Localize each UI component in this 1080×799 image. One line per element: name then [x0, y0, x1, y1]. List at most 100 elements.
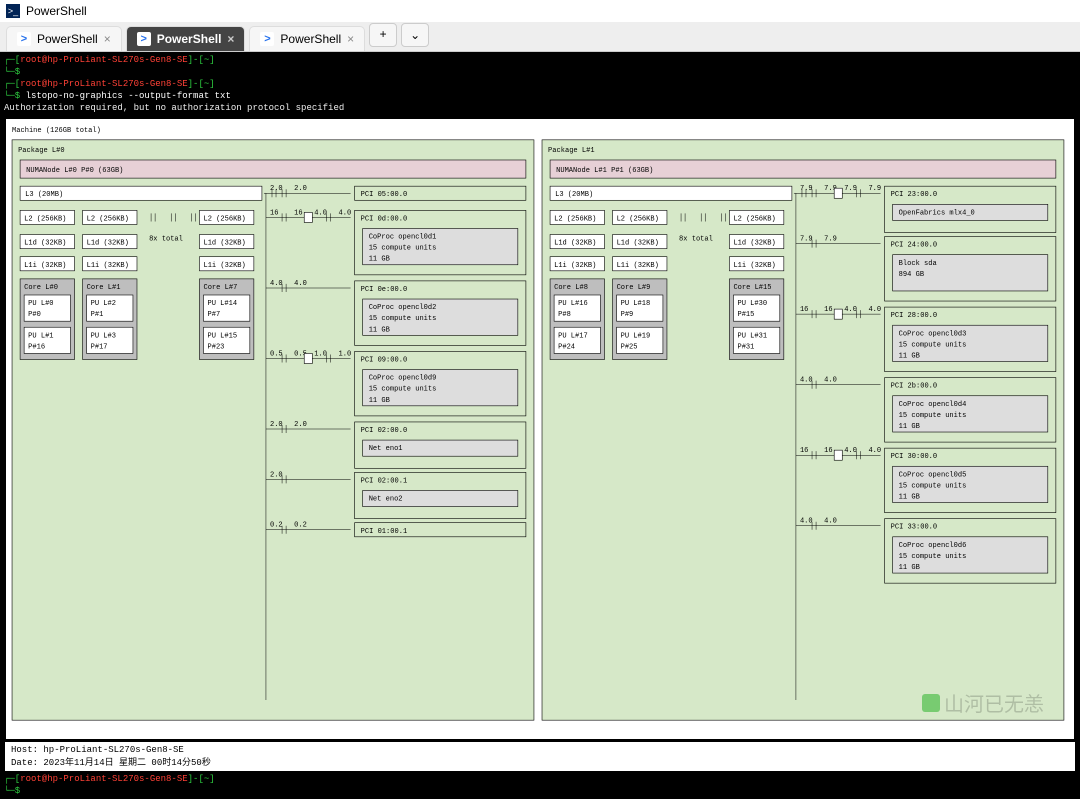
svg-text:15 compute units: 15 compute units: [369, 386, 437, 394]
svg-text:CoProc opencl0d9: CoProc opencl0d9: [369, 375, 437, 383]
close-icon[interactable]: ×: [347, 32, 354, 46]
svg-text:4.0: 4.0: [294, 280, 307, 288]
svg-text:7.9: 7.9: [868, 185, 881, 193]
svg-text:16: 16: [270, 209, 278, 217]
tab-label: PowerShell: [157, 32, 222, 46]
svg-text:2.0: 2.0: [294, 421, 307, 429]
svg-text:16: 16: [800, 447, 808, 455]
window-title: PowerShell: [26, 4, 87, 18]
svg-text:Block sda: Block sda: [899, 260, 937, 268]
svg-text:PCI 24:00.0: PCI 24:00.0: [891, 242, 938, 250]
svg-text:PCI 09:00.0: PCI 09:00.0: [361, 356, 408, 364]
svg-text:L1i (32KB): L1i (32KB): [733, 262, 775, 270]
svg-text:L3 (20MB): L3 (20MB): [25, 191, 63, 199]
svg-text:4.0: 4.0: [338, 209, 351, 217]
svg-text:4.0: 4.0: [868, 447, 881, 455]
svg-text:CoProc opencl0d1: CoProc opencl0d1: [369, 234, 437, 242]
svg-text:15 compute units: 15 compute units: [369, 245, 437, 253]
svg-text:P#17: P#17: [91, 343, 108, 351]
machine-label: Machine (126GB total): [12, 127, 101, 135]
svg-text:P#31: P#31: [737, 343, 754, 351]
svg-text:0.5: 0.5: [270, 350, 283, 358]
svg-text:4.0: 4.0: [844, 306, 857, 314]
svg-text:15 compute units: 15 compute units: [899, 341, 967, 349]
svg-text:PCI 28:00.0: PCI 28:00.0: [891, 312, 938, 320]
svg-text:16: 16: [294, 209, 302, 217]
svg-text:CoProc opencl0d6: CoProc opencl0d6: [899, 542, 967, 550]
svg-text:PU L#0: PU L#0: [28, 300, 53, 308]
tab-label: PowerShell: [280, 32, 341, 46]
svg-text:P#0: P#0: [28, 311, 41, 319]
svg-text:894 GB: 894 GB: [899, 271, 924, 279]
svg-text:Core L#15: Core L#15: [733, 284, 771, 292]
new-tab-button[interactable]: +: [369, 23, 397, 47]
svg-text:OpenFabrics mlx4_0: OpenFabrics mlx4_0: [899, 209, 975, 217]
svg-text:L1d (32KB): L1d (32KB): [617, 240, 659, 248]
svg-text:P#7: P#7: [208, 311, 221, 319]
svg-text:P#1: P#1: [91, 311, 104, 319]
svg-text:CoProc opencl0d4: CoProc opencl0d4: [899, 401, 967, 409]
window-titlebar: >_ PowerShell: [0, 0, 1080, 22]
svg-text:7.9: 7.9: [824, 236, 837, 244]
svg-text:8x total: 8x total: [679, 236, 713, 244]
svg-text:2.0: 2.0: [294, 185, 307, 193]
svg-text:15 compute units: 15 compute units: [899, 482, 967, 490]
svg-text:PCI 33:00.0: PCI 33:00.0: [891, 524, 938, 532]
svg-text:0.2: 0.2: [294, 522, 307, 530]
tab-powershell-3[interactable]: > PowerShell ×: [249, 26, 365, 51]
svg-text:2.0: 2.0: [270, 185, 283, 193]
powershell-icon: >: [17, 32, 31, 46]
terminal-output[interactable]: ┌─[root@hp-ProLiant-SL270s-Gen8-SE]-[~] …: [0, 52, 1080, 116]
svg-text:PCI 30:00.0: PCI 30:00.0: [891, 453, 938, 461]
svg-text:4.0: 4.0: [868, 306, 881, 314]
svg-text:PU L#19: PU L#19: [621, 332, 651, 340]
svg-text:2.0: 2.0: [270, 471, 283, 479]
svg-text:L2 (256KB): L2 (256KB): [24, 215, 66, 223]
svg-text:PCI 02:00.1: PCI 02:00.1: [361, 477, 408, 485]
svg-text:L1i (32KB): L1i (32KB): [24, 262, 66, 270]
svg-text:1.0: 1.0: [338, 350, 351, 358]
svg-text:L2 (256KB): L2 (256KB): [733, 215, 775, 223]
tab-dropdown-button[interactable]: ⌄: [401, 23, 429, 47]
svg-text:PCI 2b:00.0: PCI 2b:00.0: [891, 383, 938, 391]
svg-text:L2 (256KB): L2 (256KB): [203, 215, 245, 223]
svg-text:CoProc opencl0d2: CoProc opencl0d2: [369, 304, 437, 312]
close-icon[interactable]: ×: [227, 32, 234, 46]
svg-text:P#15: P#15: [737, 311, 754, 319]
svg-text:4.0: 4.0: [844, 447, 857, 455]
svg-text:PU L#31: PU L#31: [737, 332, 767, 340]
svg-text:1.0: 1.0: [314, 350, 327, 358]
svg-text:11 GB: 11 GB: [899, 564, 920, 572]
svg-text:11 GB: 11 GB: [899, 352, 920, 360]
terminal-prompt-bottom[interactable]: ┌─[root@hp-ProLiant-SL270s-Gen8-SE]-[~] …: [0, 772, 1080, 799]
svg-text:PCI 01:00.1: PCI 01:00.1: [361, 528, 408, 536]
svg-text:4.0: 4.0: [800, 377, 813, 385]
svg-text:PU L#15: PU L#15: [208, 332, 238, 340]
svg-text:PCI 23:00.0: PCI 23:00.0: [891, 191, 938, 199]
svg-text:0.2: 0.2: [270, 522, 283, 530]
lstopo-footer: Host: hp-ProLiant-SL270s-Gen8-SE Date: 2…: [4, 742, 1076, 772]
svg-text:P#25: P#25: [621, 343, 638, 351]
tab-powershell-2[interactable]: > PowerShell ×: [126, 26, 246, 51]
svg-text:CoProc opencl0d3: CoProc opencl0d3: [899, 330, 967, 338]
svg-text:L1i (32KB): L1i (32KB): [87, 262, 129, 270]
svg-text:Core L#9: Core L#9: [617, 284, 651, 292]
svg-text:Net eno2: Net eno2: [369, 496, 403, 504]
svg-text:L1i (32KB): L1i (32KB): [203, 262, 245, 270]
svg-text:PU L#18: PU L#18: [621, 300, 651, 308]
svg-text:NUMANode L#0 P#0 (63GB): NUMANode L#0 P#0 (63GB): [26, 167, 123, 175]
svg-text:PU L#14: PU L#14: [208, 300, 238, 308]
svg-text:7.9: 7.9: [800, 185, 813, 193]
close-icon[interactable]: ×: [104, 32, 111, 46]
lstopo-diagram: Machine (126GB total) Package L#0NUMANod…: [4, 117, 1076, 741]
svg-text:PU L#17: PU L#17: [558, 332, 588, 340]
svg-text:11 GB: 11 GB: [899, 494, 920, 502]
tab-powershell-1[interactable]: > PowerShell ×: [6, 26, 122, 51]
app-icon: >_: [6, 4, 20, 18]
svg-text:11 GB: 11 GB: [369, 256, 390, 264]
svg-text:8x total: 8x total: [149, 236, 183, 244]
powershell-icon: >: [137, 32, 151, 46]
svg-text:L1i (32KB): L1i (32KB): [554, 262, 596, 270]
svg-text:PCI 0d:00.0: PCI 0d:00.0: [361, 215, 408, 223]
svg-text:P#9: P#9: [621, 311, 634, 319]
